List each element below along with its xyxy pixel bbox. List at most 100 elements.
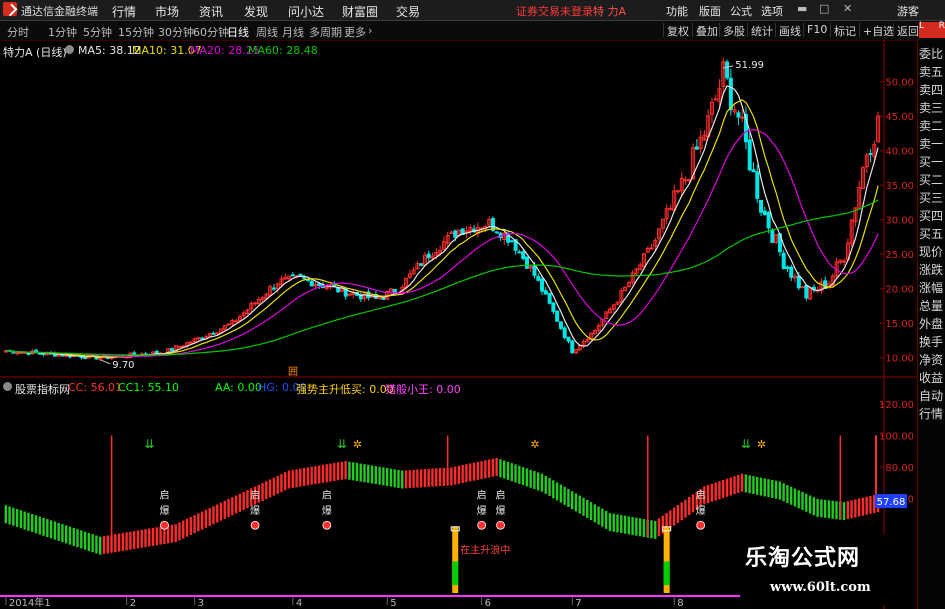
current-value-label: 57.68 xyxy=(877,497,906,508)
side-item[interactable]: 买一 xyxy=(919,155,945,170)
side-item[interactable]: 收益 xyxy=(919,371,945,386)
ribbon-bar xyxy=(27,512,30,531)
menu-options[interactable]: 选项 xyxy=(761,3,783,19)
side-item[interactable]: 买二 xyxy=(919,173,945,188)
ribbon-bar xyxy=(793,488,797,507)
tf-daily[interactable]: 日线 xyxy=(227,24,249,40)
timeframe-toolbar: 分时 1分钟 5分钟 15分钟 30分钟 60分钟 日线 周线 月线 多周期 更… xyxy=(0,21,945,41)
double-down-arrow-icon: ⇊ xyxy=(337,437,347,451)
candle-body xyxy=(570,340,575,354)
event-marker: 囲 xyxy=(288,366,298,378)
side-item[interactable]: 卖五 xyxy=(919,65,945,80)
candle-body xyxy=(419,263,424,266)
menu-quotes[interactable]: 行情 xyxy=(112,3,136,20)
side-item[interactable]: 卖三 xyxy=(919,101,945,116)
ribbon-bar xyxy=(453,466,457,485)
tf-monthly[interactable]: 月线 xyxy=(282,24,304,40)
candle-body xyxy=(755,171,760,199)
maximize-icon[interactable]: □ xyxy=(819,2,829,15)
account-label[interactable]: 游客 xyxy=(897,3,919,19)
menu-formula[interactable]: 公式 xyxy=(730,3,752,19)
close-icon[interactable]: ✕ xyxy=(843,2,852,15)
candle-body xyxy=(649,247,654,250)
side-item[interactable]: 买三 xyxy=(919,191,945,206)
candle-body xyxy=(740,116,745,119)
candle-body xyxy=(566,336,571,342)
side-item[interactable]: 自动 xyxy=(919,389,945,404)
candle-body xyxy=(868,152,873,155)
ribbon-bar xyxy=(204,509,208,528)
candle-body xyxy=(347,293,352,296)
ribbon-bar xyxy=(321,464,325,483)
side-item[interactable]: 外盘 xyxy=(919,317,945,332)
ribbon-bar xyxy=(521,467,525,486)
tool-overlay[interactable]: 叠加 xyxy=(692,23,721,38)
side-item[interactable]: 行情 xyxy=(919,407,945,422)
ribbon-bar xyxy=(268,479,272,498)
side-item[interactable]: 委比 xyxy=(919,47,945,62)
candle-body xyxy=(517,251,522,254)
ribbon-bar xyxy=(729,477,732,496)
ribbon-bar xyxy=(586,499,589,518)
tool-stats[interactable]: 统计 xyxy=(747,23,776,38)
tool-back[interactable]: 返回 xyxy=(893,23,922,38)
side-item[interactable]: 卖二 xyxy=(919,119,945,134)
signal-dot xyxy=(477,520,487,530)
menu-function[interactable]: 功能 xyxy=(666,3,688,19)
ribbon-bar xyxy=(752,476,755,495)
ribbon-bar xyxy=(597,506,600,525)
tf-1min[interactable]: 1分钟 xyxy=(48,24,77,40)
side-item[interactable]: 总量 xyxy=(919,299,945,314)
login-status[interactable]: 证券交易未登录 xyxy=(516,3,593,19)
side-item[interactable]: 涨跌 xyxy=(919,263,945,278)
tf-30min[interactable]: 30分钟 xyxy=(158,24,194,40)
ribbon-bar xyxy=(567,489,570,508)
tf-multi[interactable]: 多周期 xyxy=(309,24,342,40)
menu-discover[interactable]: 发现 xyxy=(244,3,268,20)
ribbon-bar xyxy=(801,491,804,510)
side-item[interactable]: 买五 xyxy=(919,227,945,242)
tf-more[interactable]: 更多 xyxy=(344,24,366,40)
tool-mark[interactable]: 标记 xyxy=(830,23,859,38)
ribbon-bar xyxy=(778,481,782,500)
ribbon-bar xyxy=(121,532,125,551)
ribbon-bar xyxy=(865,496,868,515)
menu-market[interactable]: 市场 xyxy=(155,3,179,20)
side-item[interactable]: 买四 xyxy=(919,209,945,224)
side-item[interactable]: 净资 xyxy=(919,353,945,368)
side-item[interactable]: 卖一 xyxy=(919,137,945,152)
menu-wealth[interactable]: 财富圈 xyxy=(342,3,378,20)
side-item[interactable]: 卖四 xyxy=(919,83,945,98)
chart-canvas[interactable]: 50.00 45.00 40.00 35.00 30.00 25.00 20.00 15.00… xyxy=(0,40,917,609)
tf-more-arrow-icon[interactable]: › xyxy=(368,24,372,37)
tool-draw[interactable]: 画线 xyxy=(775,23,804,38)
menu-assistant[interactable]: 问小达 xyxy=(288,3,324,20)
ribbon-bar xyxy=(680,502,683,521)
menu-news[interactable]: 资讯 xyxy=(199,3,223,20)
ribbon-bar xyxy=(427,468,430,487)
tool-fuquan[interactable]: 复权 xyxy=(663,23,692,38)
menu-trade[interactable]: 交易 xyxy=(396,3,420,20)
menu-layout[interactable]: 版面 xyxy=(699,3,721,19)
ribbon-bar xyxy=(397,469,400,488)
tf-5min[interactable]: 5分钟 xyxy=(83,24,112,40)
tf-weekly[interactable]: 周线 xyxy=(256,24,278,40)
minimize-icon[interactable]: ▬ xyxy=(797,2,807,15)
tool-add-watch[interactable]: +自选 xyxy=(859,23,897,38)
side-item[interactable]: 现价 xyxy=(919,245,945,260)
tf-intraday[interactable]: 分时 xyxy=(7,24,29,40)
ribbon-bar xyxy=(638,518,642,537)
watermark-name: 乐淘公式网 xyxy=(745,546,861,571)
tf-60min[interactable]: 60分钟 xyxy=(193,24,229,40)
star-figure-icon: ✲ xyxy=(353,438,362,451)
tf-15min[interactable]: 15分钟 xyxy=(118,24,154,40)
side-item[interactable]: 涨幅 xyxy=(919,281,945,296)
ribbon-bar xyxy=(208,508,211,527)
ribbon-bar xyxy=(61,524,64,543)
tool-f10[interactable]: F10 xyxy=(803,23,830,37)
tool-multi-stock[interactable]: 多股 xyxy=(719,23,748,38)
ribbon-bar xyxy=(155,527,159,546)
side-item[interactable]: 换手 xyxy=(919,335,945,350)
side-badge[interactable]: L R xyxy=(919,22,945,38)
candle-body xyxy=(804,284,809,299)
